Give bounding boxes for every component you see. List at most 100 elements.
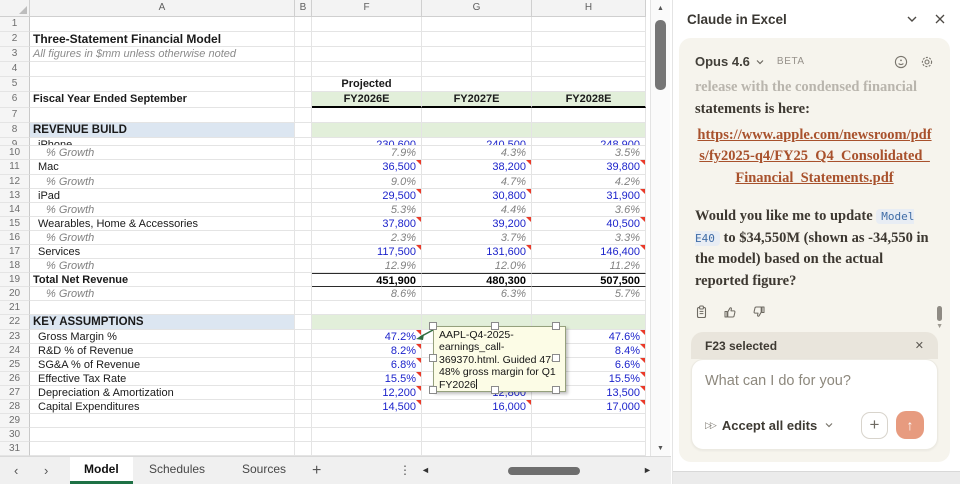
cell[interactable]: 4.2% [532, 174, 646, 189]
cell[interactable] [295, 442, 312, 456]
cell[interactable]: 31,900 [532, 188, 646, 203]
message-input-card[interactable]: What can I do for you? ▷▷ Accept all edi… [691, 359, 938, 450]
cell[interactable] [532, 428, 646, 443]
cell[interactable]: 12.9% [312, 259, 422, 274]
resize-handle[interactable] [429, 322, 437, 330]
cell[interactable] [295, 400, 312, 415]
thumbs-down-icon[interactable] [752, 305, 766, 319]
row-header[interactable]: 31 [0, 442, 30, 456]
row-header[interactable]: 5 [0, 77, 30, 93]
cell[interactable] [532, 62, 646, 78]
cell[interactable] [422, 442, 532, 456]
cell[interactable]: 117,500 [312, 245, 422, 260]
hscroll-left-icon[interactable]: ◄ [421, 457, 430, 484]
chat-scrollbar-thumb[interactable] [937, 306, 942, 321]
cell[interactable] [295, 230, 312, 245]
row-header[interactable]: 30 [0, 428, 30, 443]
row-header[interactable]: 11 [0, 160, 30, 175]
cell[interactable]: 40,500 [532, 216, 646, 231]
cell[interactable]: 17,000 [532, 400, 646, 415]
cell[interactable] [422, 107, 532, 123]
cell[interactable] [295, 122, 312, 138]
cell[interactable]: 3.5% [532, 146, 646, 161]
add-sheet-button[interactable]: + [312, 457, 321, 484]
cell[interactable]: 230,600 [312, 137, 422, 147]
row-header[interactable]: 15 [0, 216, 30, 231]
cell[interactable] [295, 245, 312, 260]
cell[interactable] [422, 301, 532, 316]
cell[interactable]: 29,500 [312, 188, 422, 203]
row-header[interactable]: 20 [0, 287, 30, 302]
cell[interactable] [532, 301, 646, 316]
row-header[interactable]: 18 [0, 259, 30, 274]
cell[interactable]: 131,600 [422, 245, 532, 260]
column-header[interactable]: H [532, 0, 646, 17]
cell[interactable] [30, 414, 295, 429]
cell[interactable]: Fiscal Year Ended September [30, 92, 295, 108]
cell[interactable] [422, 62, 532, 78]
cell[interactable] [30, 428, 295, 443]
cell[interactable]: Three-Statement Financial Model [30, 32, 295, 48]
cell[interactable]: REVENUE BUILD [30, 122, 295, 138]
cell[interactable] [295, 428, 312, 443]
cell-comment-editor[interactable]: AAPL-Q4-2025-earnings_call-369370.html. … [433, 326, 566, 392]
cell[interactable]: 3.6% [532, 202, 646, 217]
cell[interactable] [312, 428, 422, 443]
cell[interactable] [532, 122, 646, 138]
clear-selection-icon[interactable]: ✕ [915, 339, 924, 352]
column-header[interactable]: G [422, 0, 532, 17]
attach-button[interactable]: + [861, 411, 888, 439]
cell[interactable] [532, 47, 646, 63]
cell[interactable] [295, 146, 312, 161]
cell[interactable] [295, 17, 312, 33]
row-header[interactable]: 24 [0, 343, 30, 358]
cell[interactable]: Total Net Revenue [30, 273, 295, 288]
cell[interactable]: iPad [30, 188, 295, 203]
cell[interactable]: % Growth [30, 146, 295, 161]
row-header[interactable]: 26 [0, 371, 30, 386]
cell[interactable] [312, 442, 422, 456]
row-header[interactable]: 2 [0, 32, 30, 48]
cell[interactable]: % Growth [30, 259, 295, 274]
scroll-down-icon[interactable]: ▼ [651, 445, 670, 452]
resize-handle[interactable] [429, 386, 437, 394]
cell[interactable]: 30,800 [422, 188, 532, 203]
cell[interactable]: 8.2% [312, 343, 422, 358]
cell[interactable]: 4.4% [422, 202, 532, 217]
row-header[interactable]: 6 [0, 92, 30, 108]
resize-handle[interactable] [429, 354, 437, 362]
row-header[interactable]: 28 [0, 400, 30, 415]
cell[interactable] [312, 122, 422, 138]
cell[interactable] [532, 107, 646, 123]
cell[interactable]: 8.6% [312, 287, 422, 302]
cell[interactable]: SG&A % of Revenue [30, 357, 295, 372]
cell[interactable] [295, 137, 312, 147]
cell[interactable] [295, 414, 312, 429]
cell[interactable] [422, 122, 532, 138]
row-header[interactable]: 8 [0, 122, 30, 138]
model-selector[interactable]: Opus 4.6 [695, 54, 750, 69]
row-header[interactable]: 16 [0, 230, 30, 245]
row-header[interactable]: 25 [0, 357, 30, 372]
cell[interactable]: Effective Tax Rate [30, 371, 295, 386]
cell[interactable]: FY2027E [422, 92, 532, 108]
cell[interactable] [30, 62, 295, 78]
cell[interactable] [532, 77, 646, 93]
row-header[interactable]: 3 [0, 47, 30, 63]
cell[interactable] [295, 160, 312, 175]
accept-all-edits-control[interactable]: ▷▷ Accept all edits [705, 418, 834, 433]
cell[interactable]: 38,200 [422, 160, 532, 175]
cell[interactable] [295, 259, 312, 274]
row-header[interactable]: 21 [0, 301, 30, 316]
column-header[interactable]: B [295, 0, 312, 17]
cell[interactable] [312, 414, 422, 429]
cell[interactable]: % Growth [30, 174, 295, 189]
cell[interactable]: 3.7% [422, 230, 532, 245]
row-header[interactable]: 10 [0, 146, 30, 161]
row-header[interactable]: 22 [0, 315, 30, 330]
select-all-corner[interactable] [0, 0, 30, 17]
row-header[interactable]: 29 [0, 414, 30, 429]
row-header[interactable]: 14 [0, 202, 30, 217]
cell[interactable] [30, 17, 295, 33]
cell[interactable]: 7.9% [312, 146, 422, 161]
